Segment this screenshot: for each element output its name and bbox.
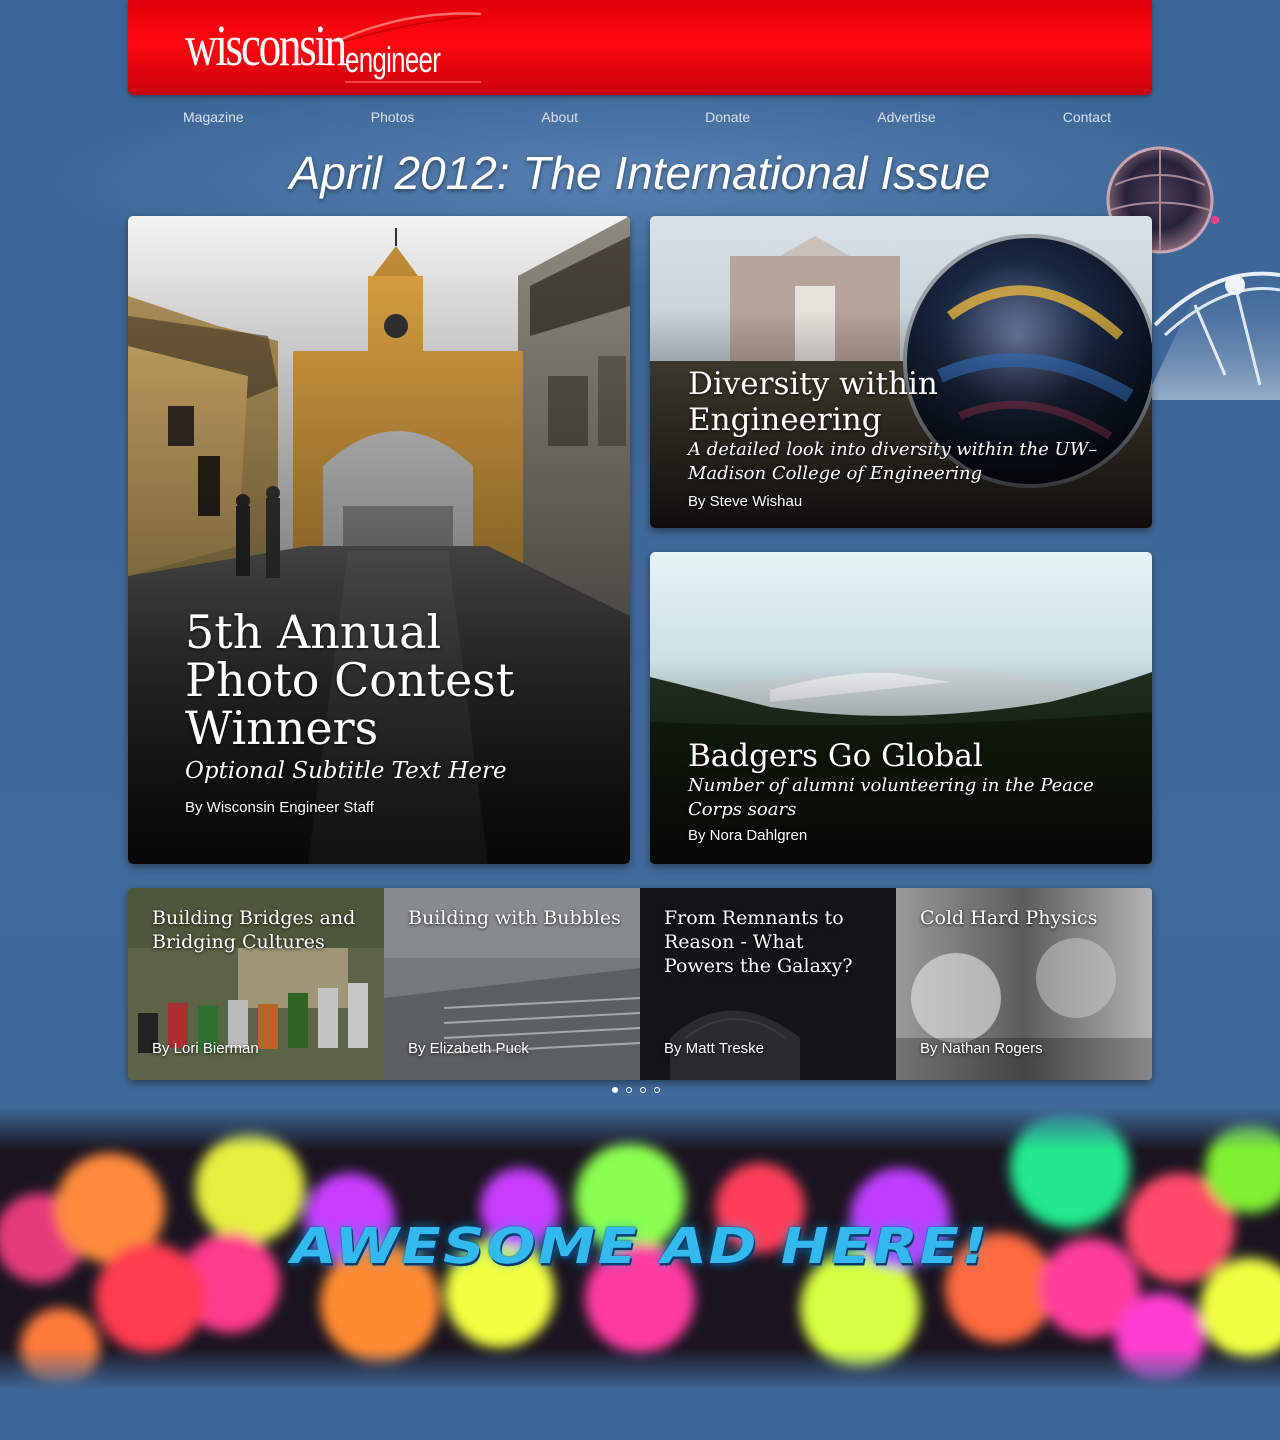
feature-card-photo-contest[interactable]: 5th Annual Photo Contest Winners Optiona… [128, 216, 630, 864]
main-nav: Magazine Photos About Donate Advertise C… [128, 106, 1152, 128]
feature-byline: By Nora Dahlgren [688, 827, 808, 844]
feature-card-diversity[interactable]: Diversity within Engineering A detailed … [650, 216, 1152, 528]
masthead: wisconsin engineer [128, 0, 1152, 95]
feature-subtitle: A detailed look into diversity within th… [688, 439, 1098, 484]
carousel-slide[interactable]: From Remnants to Reason - What Powers th… [640, 888, 896, 1080]
feature-byline: By Wisconsin Engineer Staff [185, 799, 374, 816]
carousel-slide[interactable]: Cold Hard Physics By Nathan Rogers [896, 888, 1152, 1080]
nav-magazine[interactable]: Magazine [183, 106, 244, 128]
feature-title: Badgers Go Global [688, 738, 983, 774]
slide-byline: By Matt Treske [664, 1040, 765, 1057]
feature-subtitle: Optional Subtitle Text Here [185, 758, 507, 784]
slide-byline: By Nathan Rogers [920, 1040, 1043, 1057]
feature-title: Diversity within Engineering [688, 366, 938, 438]
ad-headline: AWESOME AD HERE! [284, 1217, 996, 1275]
pagination-dot[interactable] [654, 1087, 660, 1093]
nav-photos[interactable]: Photos [371, 106, 415, 128]
carousel-slide[interactable]: Building with Bubbles By Elizabeth Puck [384, 888, 640, 1080]
slide-title: Building Bridges and Bridging Cultures [152, 907, 356, 953]
logo-wordmark: wisconsin [185, 13, 347, 78]
carousel-slide[interactable]: Building Bridges and Bridging Cultures B… [128, 888, 384, 1080]
feature-card-badgers-global[interactable]: Badgers Go Global Number of alumni volun… [650, 552, 1152, 864]
pagination-dot[interactable] [612, 1087, 618, 1093]
nav-contact[interactable]: Contact [1063, 106, 1111, 128]
nav-donate[interactable]: Donate [705, 106, 750, 128]
feature-byline: By Steve Wishau [688, 493, 803, 510]
site-logo[interactable]: wisconsin engineer [185, 12, 485, 86]
slide-title: Building with Bubbles [408, 907, 621, 929]
pagination-dot[interactable] [626, 1087, 632, 1093]
issue-title: April 2012: The International Issue [289, 147, 991, 199]
slide-title: From Remnants to Reason - What Powers th… [664, 907, 853, 977]
carousel-pagination [612, 1087, 660, 1093]
logo-subword: engineer [345, 39, 441, 80]
slide-byline: By Lori Bierman [152, 1040, 259, 1057]
nav-about[interactable]: About [541, 106, 578, 128]
slide-byline: By Elizabeth Puck [408, 1040, 529, 1057]
feature-subtitle: Number of alumni volunteering in the Pea… [688, 775, 1094, 820]
slide-title: Cold Hard Physics [920, 907, 1098, 929]
pagination-dot[interactable] [640, 1087, 646, 1093]
feature-title: 5th Annual Photo Contest Winners [185, 605, 515, 755]
article-carousel: Building Bridges and Bridging Cultures B… [128, 888, 1152, 1080]
nav-advertise[interactable]: Advertise [877, 106, 935, 128]
